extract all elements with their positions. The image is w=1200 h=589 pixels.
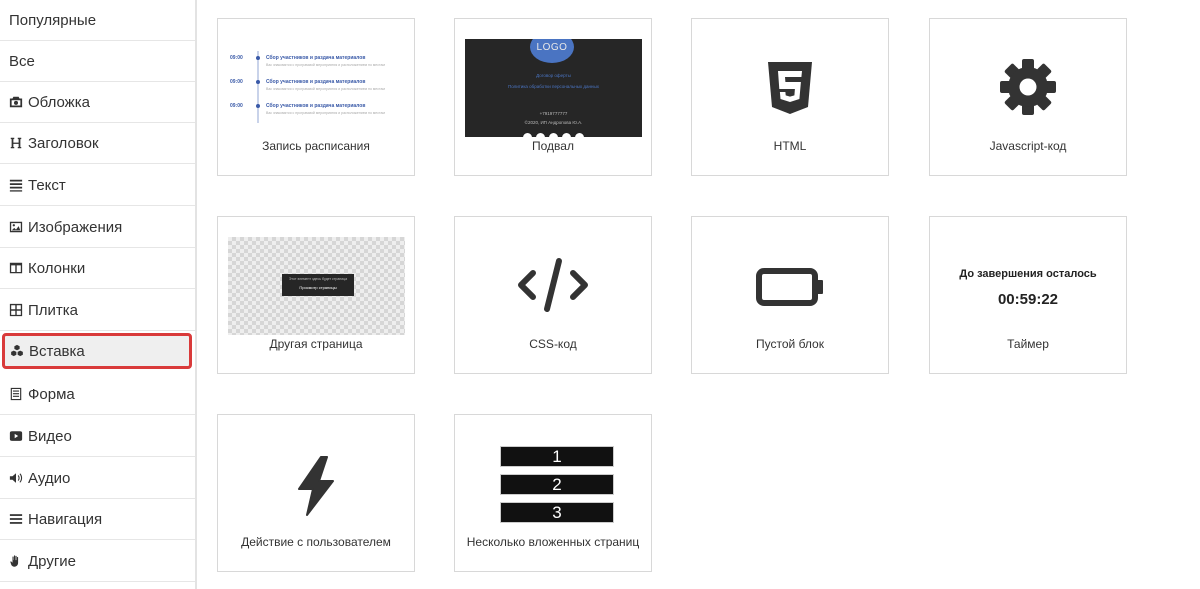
schedule-thumbnail: 09:00 Сбор участников и раздача материал… xyxy=(228,49,406,127)
card-label: Javascript-код xyxy=(989,139,1067,153)
hand-icon xyxy=(9,554,23,568)
sidebar-item-other[interactable]: Другие xyxy=(0,541,195,582)
sidebar-item-columns[interactable]: Колонки xyxy=(0,248,195,289)
sidebar-item-label: Другие xyxy=(28,552,77,570)
schedule-desc: Вас знакомятся с программой мероприятия … xyxy=(266,87,385,91)
form-icon xyxy=(9,387,23,401)
sidebar-item-video[interactable]: Видео xyxy=(0,416,195,457)
card-label: Несколько вложенных страниц xyxy=(466,535,640,549)
code-icon xyxy=(518,258,588,312)
schedule-title: Сбор участников и раздача материалов xyxy=(266,79,366,85)
schedule-title: Сбор участников и раздача материалов xyxy=(266,55,366,61)
card-label: Подвал xyxy=(532,139,574,153)
sidebar-item-label: Навигация xyxy=(28,510,103,528)
block-card-css[interactable]: CSS-код xyxy=(454,216,652,374)
sidebar-item-tiles[interactable]: Плитка xyxy=(0,290,195,331)
sidebar-item-images[interactable]: Изображения xyxy=(0,207,195,248)
bolt-icon xyxy=(298,456,334,516)
sidebar-item-navigation[interactable]: Навигация xyxy=(0,499,195,540)
social-icons xyxy=(523,133,593,137)
heading-icon xyxy=(9,136,23,150)
grid-icon xyxy=(9,303,23,317)
columns-icon xyxy=(9,261,23,275)
category-sidebar: Популярные Все Обложка Заголовок Текст И… xyxy=(0,0,197,589)
numbered-pages-thumbnail: 1 2 3 xyxy=(500,446,614,524)
card-label: HTML xyxy=(773,139,807,153)
card-label: Другая страница xyxy=(269,337,363,351)
battery-empty-icon xyxy=(756,268,823,306)
page-placeholder-text: Этот элемент здесь будет страница xyxy=(288,277,348,281)
sidebar-item-embed[interactable]: Вставка xyxy=(2,333,192,369)
sidebar-item-label: Видео xyxy=(28,427,72,445)
view-page-button: Просмотр страницы xyxy=(299,285,337,290)
sidebar-item-label: Все xyxy=(9,52,35,70)
schedule-time: 09:00 xyxy=(230,103,243,109)
sidebar-item-label: Обложка xyxy=(28,93,90,111)
timer-thumbnail: До завершения осталось 00:59:22 xyxy=(930,267,1126,317)
block-card-footer[interactable]: LOGO Договор оферты Политика обработки п… xyxy=(454,18,652,176)
schedule-desc: Вас знакомятся с программой мероприятия … xyxy=(266,111,385,115)
schedule-desc: Вас знакомятся с программой мероприятия … xyxy=(266,63,385,67)
block-card-html[interactable]: HTML xyxy=(691,18,889,176)
footer-phone: +7919777777 xyxy=(539,111,568,116)
sidebar-item-label: Аудио xyxy=(28,469,71,487)
html5-icon xyxy=(768,62,812,114)
cubes-icon xyxy=(10,344,24,358)
block-card-empty[interactable]: Пустой блок xyxy=(691,216,889,374)
volume-icon xyxy=(9,471,23,485)
card-label: Таймер xyxy=(1007,337,1049,351)
footer-thumbnail: LOGO Договор оферты Политика обработки п… xyxy=(465,39,642,137)
bars-icon xyxy=(9,512,23,526)
footer-link: Договор оферты xyxy=(536,73,571,78)
card-label: Действие с пользователем xyxy=(241,535,391,549)
sidebar-item-label: Заголовок xyxy=(28,134,99,152)
sidebar-item-heading[interactable]: Заголовок xyxy=(0,123,195,164)
block-card-timer[interactable]: До завершения осталось 00:59:22 Таймер xyxy=(929,216,1127,374)
sidebar-item-text[interactable]: Текст xyxy=(0,165,195,206)
sidebar-item-label: Форма xyxy=(28,385,75,403)
sidebar-item-popular[interactable]: Популярные xyxy=(0,0,195,41)
align-justify-icon xyxy=(9,178,23,192)
timer-title: До завершения осталось xyxy=(959,268,1097,280)
schedule-time: 09:00 xyxy=(230,55,243,61)
footer-copyright: ©2020, ИП Андропова Ю.А. xyxy=(524,120,583,125)
card-label: CSS-код xyxy=(529,337,577,351)
page-number: 1 xyxy=(552,446,562,466)
logo: LOGO xyxy=(530,39,574,63)
footer-link: Политика обработки персональных данных xyxy=(507,84,600,89)
card-label: Запись расписания xyxy=(262,139,370,153)
other-page-thumbnail: Этот элемент здесь будет страница Просмо… xyxy=(228,237,405,335)
schedule-title: Сбор участников и раздача материалов xyxy=(266,103,366,109)
sidebar-item-label: Текст xyxy=(28,176,66,194)
card-label: Пустой блок xyxy=(756,337,824,351)
logo-text: LOGO xyxy=(536,41,568,53)
sidebar-item-audio[interactable]: Аудио xyxy=(0,458,195,499)
youtube-icon xyxy=(9,429,23,443)
image-icon xyxy=(9,220,23,234)
block-card-schedule[interactable]: 09:00 Сбор участников и раздача материал… xyxy=(217,18,415,176)
block-card-nested-pages[interactable]: 1 2 3 Несколько вложенных страниц xyxy=(454,414,652,572)
sidebar-item-form[interactable]: Форма xyxy=(0,374,195,415)
block-card-javascript[interactable]: Javascript-код xyxy=(929,18,1127,176)
sidebar-item-label: Вставка xyxy=(29,342,85,360)
sidebar-item-label: Изображения xyxy=(28,218,123,236)
gear-icon xyxy=(1000,59,1056,115)
sidebar-item-label: Популярные xyxy=(9,11,97,29)
page-number: 3 xyxy=(552,502,562,522)
sidebar-item-label: Колонки xyxy=(28,259,86,277)
sidebar-item-label: Плитка xyxy=(28,301,79,319)
block-card-user-action[interactable]: Действие с пользователем xyxy=(217,414,415,572)
timer-value: 00:59:22 xyxy=(997,291,1059,308)
schedule-time: 09:00 xyxy=(230,79,243,85)
page-number: 2 xyxy=(552,474,562,494)
sidebar-item-all[interactable]: Все xyxy=(0,41,195,82)
camera-icon xyxy=(9,95,23,109)
block-card-other-page[interactable]: Этот элемент здесь будет страница Просмо… xyxy=(217,216,415,374)
sidebar-item-cover[interactable]: Обложка xyxy=(0,82,195,123)
